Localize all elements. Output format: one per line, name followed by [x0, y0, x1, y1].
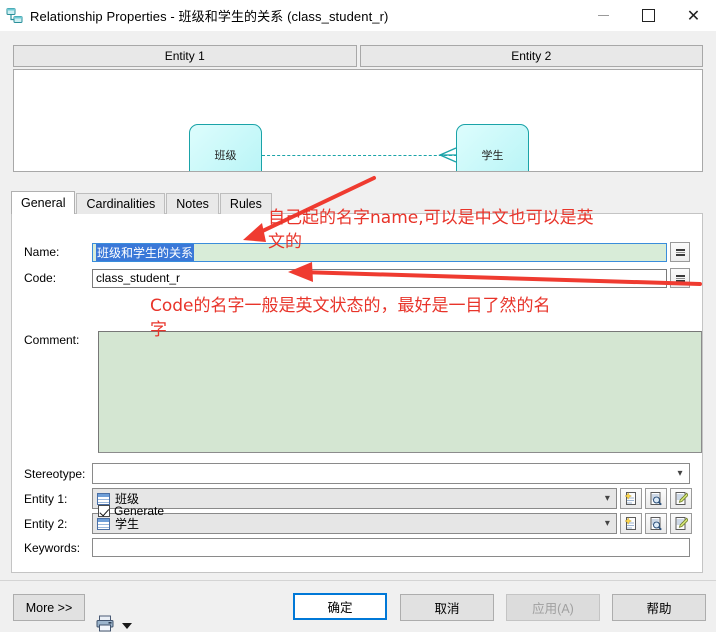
code-equals-button[interactable]	[670, 268, 690, 288]
name-equals-button[interactable]	[670, 242, 690, 262]
entity2-header: Entity 2	[360, 45, 704, 67]
generate-checkbox-row[interactable]: Generate	[98, 504, 164, 518]
comment-label: Comment:	[24, 333, 92, 347]
code-input[interactable]: class_student_r	[92, 269, 667, 288]
relationship-preview: 班级 学生	[13, 69, 703, 172]
create-icon	[624, 491, 638, 506]
name-input-value: 班级和学生的关系	[96, 244, 194, 261]
entity1-browse-button[interactable]	[645, 488, 667, 509]
name-row: Name: 班级和学生的关系	[24, 242, 692, 262]
keywords-input[interactable]	[92, 538, 690, 557]
entity2-create-button[interactable]	[620, 513, 642, 534]
entity2-combo[interactable]: 学生 ▾	[92, 513, 617, 534]
minimize-button[interactable]	[581, 0, 626, 31]
general-tab-panel: Name: 班级和学生的关系 Code: class_student_r Com…	[11, 213, 703, 573]
keywords-label: Keywords:	[24, 541, 92, 555]
stereotype-combo[interactable]: ▾	[92, 463, 690, 484]
tab-cardinalities[interactable]: Cardinalities	[76, 193, 165, 214]
table-icon	[97, 493, 110, 505]
comment-label-row: Comment:	[24, 333, 92, 347]
browse-icon	[649, 491, 663, 506]
stereotype-row: Stereotype: ▾	[24, 463, 692, 484]
code-label: Code:	[24, 271, 92, 285]
properties-icon	[674, 516, 688, 531]
entity1-header: Entity 1	[13, 45, 357, 67]
create-icon	[624, 516, 638, 531]
tab-rules[interactable]: Rules	[220, 193, 272, 214]
entity1-create-button[interactable]	[620, 488, 642, 509]
keywords-row: Keywords:	[24, 538, 692, 557]
tab-strip: General Cardinalities Notes Rules	[11, 192, 703, 214]
tab-general[interactable]: General	[11, 191, 75, 214]
chevron-down-icon: ▾	[671, 468, 689, 479]
dialog-body: Entity 1 Entity 2 班级 学生 General Cardinal…	[0, 31, 716, 622]
maximize-button[interactable]	[626, 0, 671, 31]
generate-checkbox[interactable]	[98, 505, 110, 517]
stereotype-label: Stereotype:	[24, 467, 92, 481]
close-button[interactable]: ✕	[671, 0, 716, 31]
comment-textarea[interactable]	[98, 331, 702, 453]
entity1-value-wrap: 班级	[93, 490, 598, 507]
chevron-down-icon: ▾	[598, 518, 616, 529]
printer-icon[interactable]	[96, 615, 114, 632]
relationship-line	[262, 155, 457, 156]
entity2-label: Entity 2:	[24, 517, 92, 531]
entity2-properties-button[interactable]	[670, 513, 692, 534]
title-bar: Relationship Properties - 班级和学生的关系 (clas…	[0, 0, 716, 31]
equals-icon	[676, 275, 685, 282]
tab-notes[interactable]: Notes	[166, 193, 219, 214]
help-button[interactable]: 帮助	[612, 594, 706, 621]
name-label: Name:	[24, 245, 92, 259]
more-button[interactable]: More >>	[13, 594, 85, 621]
entity1-properties-button[interactable]	[670, 488, 692, 509]
diagram-entity1: 班级	[189, 124, 262, 172]
entity2-value-wrap: 学生	[93, 515, 598, 532]
equals-icon	[676, 249, 685, 256]
code-input-value: class_student_r	[96, 271, 180, 285]
name-input[interactable]: 班级和学生的关系	[92, 243, 667, 262]
entity2-browse-button[interactable]	[645, 513, 667, 534]
entity1-combo[interactable]: 班级 ▾	[92, 488, 617, 509]
entity1-label: Entity 1:	[24, 492, 92, 506]
table-icon	[97, 518, 110, 530]
diagram-entity2: 学生	[456, 124, 529, 172]
chevron-down-icon: ▾	[598, 493, 616, 504]
print-dropdown-arrow[interactable]	[122, 623, 132, 629]
generate-label: Generate	[114, 504, 164, 518]
properties-icon	[674, 491, 688, 506]
ok-button[interactable]: 确定	[293, 593, 387, 620]
code-row: Code: class_student_r	[24, 268, 692, 288]
browse-icon	[649, 516, 663, 531]
cancel-button[interactable]: 取消	[400, 594, 494, 621]
entity-header-bar: Entity 1 Entity 2	[13, 45, 703, 67]
relationship-icon	[6, 7, 24, 25]
apply-button: 应用(A)	[506, 594, 600, 621]
window-title: Relationship Properties - 班级和学生的关系 (clas…	[30, 6, 388, 25]
window-controls: ✕	[581, 0, 716, 31]
